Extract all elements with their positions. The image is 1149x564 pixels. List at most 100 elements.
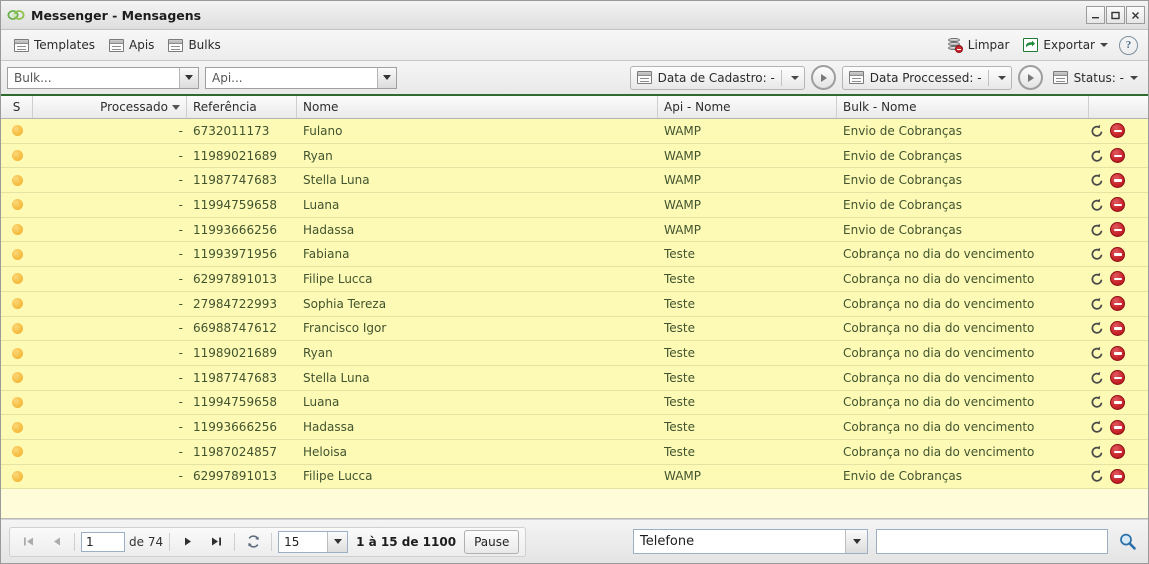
table-row[interactable]: -11994759658 Luana Teste Cobrança no dia do… <box>1 390 1148 416</box>
bulks-button[interactable]: Bulks <box>161 34 227 56</box>
table-row[interactable]: -6732011173 Fulano WAMP Envio de Cobranças <box>1 119 1148 144</box>
block-icon[interactable] <box>1110 370 1125 386</box>
data-processed-filter[interactable]: Data Proccessed: - <box>841 65 1012 90</box>
table-row[interactable]: -66988747612 Francisco Igor Teste Cobrança … <box>1 316 1148 342</box>
block-icon[interactable] <box>1110 246 1125 262</box>
row-status-cell <box>1 242 33 266</box>
block-icon[interactable] <box>1110 148 1125 164</box>
table-row[interactable]: -11987024857 Heloisa Teste Cobrança no dia … <box>1 439 1148 465</box>
data-cadastro-apply-button[interactable] <box>810 65 836 90</box>
row-processado-cell: - <box>178 444 183 459</box>
row-actions-cell <box>1089 391 1148 415</box>
database-delete-icon <box>947 37 963 53</box>
retry-icon[interactable] <box>1089 148 1104 163</box>
row-api-cell: Teste <box>664 321 696 336</box>
apis-label: Apis <box>129 38 155 52</box>
chevron-down-icon[interactable] <box>377 67 396 88</box>
column-header-api-nome[interactable]: Api - Nome <box>658 96 837 118</box>
table-row[interactable]: -62997891013 Filipe Lucca WAMP Envio de Cob… <box>1 464 1148 490</box>
column-header-referencia[interactable]: Referência <box>187 96 297 118</box>
chevron-down-icon[interactable] <box>1130 75 1138 80</box>
chevron-down-icon[interactable] <box>788 75 802 80</box>
api-filter-select[interactable]: Api... <box>205 66 397 89</box>
column-header-nome[interactable]: Nome <box>297 96 658 118</box>
page-size-select[interactable]: 15 <box>278 530 349 553</box>
status-dot-icon <box>11 199 23 211</box>
table-row[interactable]: -27984722993 Sophia Tereza Teste Cobrança n… <box>1 291 1148 317</box>
chevron-down-icon[interactable] <box>995 75 1009 80</box>
refresh-button[interactable] <box>241 530 265 554</box>
retry-icon[interactable] <box>1089 123 1104 138</box>
prev-page-button[interactable] <box>44 530 68 554</box>
row-referencia-cell: 62997891013 <box>193 271 277 286</box>
table-row[interactable]: -11994759658 Luana WAMP Envio de Cobranças <box>1 193 1148 218</box>
bulk-filter-select[interactable]: Bulk... <box>7 66 199 89</box>
block-icon[interactable] <box>1110 419 1125 435</box>
page-number-input[interactable] <box>81 531 125 552</box>
sort-descending-icon[interactable] <box>168 105 184 110</box>
last-page-button[interactable] <box>204 530 228 554</box>
table-row[interactable]: -11987747683 Stella Luna WAMP Envio de Cobr… <box>1 168 1148 194</box>
table-row[interactable]: -62997891013 Filipe Lucca Teste Cobrança no… <box>1 267 1148 292</box>
retry-icon[interactable] <box>1089 296 1104 311</box>
block-icon[interactable] <box>1110 123 1125 139</box>
chevron-down-icon[interactable] <box>845 530 867 553</box>
search-field-select[interactable]: Telefone <box>633 529 868 554</box>
retry-icon[interactable] <box>1089 370 1104 385</box>
table-row[interactable]: -11987747683 Stella Luna Teste Cobrança no … <box>1 365 1148 391</box>
status-dot-icon <box>11 372 23 384</box>
retry-icon[interactable] <box>1089 444 1104 459</box>
table-row[interactable]: -11989021689 Ryan Teste Cobrança no dia do … <box>1 341 1148 366</box>
templates-button[interactable]: Templates <box>7 34 102 56</box>
exportar-button[interactable]: Exportar <box>1016 34 1115 56</box>
block-icon[interactable] <box>1110 296 1125 312</box>
data-processed-apply-button[interactable] <box>1017 65 1043 90</box>
pagination-toolbar: de 74 15 1 à 15 de 1 <box>9 526 527 557</box>
maximize-button[interactable] <box>1106 6 1125 24</box>
block-icon[interactable] <box>1110 271 1125 287</box>
block-icon[interactable] <box>1110 197 1125 213</box>
magnifier-icon[interactable] <box>1116 531 1138 553</box>
retry-icon[interactable] <box>1089 420 1104 435</box>
retry-icon[interactable] <box>1089 346 1104 361</box>
table-row[interactable]: -11993666256 Hadassa WAMP Envio de Cobrança… <box>1 217 1148 243</box>
column-header-status[interactable]: S <box>1 96 33 118</box>
block-icon[interactable] <box>1110 222 1125 238</box>
column-header-bulk-nome[interactable]: Bulk - Nome <box>837 96 1089 118</box>
block-icon[interactable] <box>1110 444 1125 460</box>
retry-icon[interactable] <box>1089 247 1104 262</box>
block-icon[interactable] <box>1110 172 1125 188</box>
next-page-button[interactable] <box>176 530 200 554</box>
retry-icon[interactable] <box>1089 395 1104 410</box>
block-icon[interactable] <box>1110 394 1125 410</box>
retry-icon[interactable] <box>1089 271 1104 286</box>
retry-icon[interactable] <box>1089 321 1104 336</box>
close-button[interactable] <box>1126 6 1145 24</box>
help-button[interactable]: ? <box>1115 32 1142 59</box>
row-api-cell: WAMP <box>664 173 702 188</box>
apis-button[interactable]: Apis <box>102 34 161 56</box>
first-page-button[interactable] <box>16 530 40 554</box>
status-dot-icon <box>11 347 23 359</box>
row-api-cell: WAMP <box>664 222 702 237</box>
retry-icon[interactable] <box>1089 469 1104 484</box>
table-row[interactable]: -11993971956 Fabiana Teste Cobrança no dia … <box>1 242 1148 268</box>
retry-icon[interactable] <box>1089 173 1104 188</box>
block-icon[interactable] <box>1110 345 1125 361</box>
pause-button[interactable]: Pause <box>464 529 520 554</box>
chevron-down-icon[interactable] <box>327 531 348 552</box>
data-cadastro-filter[interactable]: Data de Cadastro: - <box>629 65 805 90</box>
limpar-button[interactable]: Limpar <box>940 34 1017 57</box>
retry-icon[interactable] <box>1089 222 1104 237</box>
chevron-down-icon[interactable] <box>179 67 198 88</box>
status-filter[interactable]: Status: - <box>1049 66 1142 90</box>
block-icon[interactable] <box>1110 468 1125 484</box>
window-title: Messenger - Mensagens <box>31 7 202 23</box>
retry-icon[interactable] <box>1089 197 1104 212</box>
table-row[interactable]: -11989021689 Ryan WAMP Envio de Cobranças <box>1 143 1148 169</box>
column-header-processado[interactable]: Processado <box>33 96 187 118</box>
minimize-button[interactable] <box>1086 6 1105 24</box>
block-icon[interactable] <box>1110 320 1125 336</box>
search-input[interactable] <box>876 529 1108 554</box>
table-row[interactable]: -11993666256 Hadassa Teste Cobrança no dia … <box>1 415 1148 440</box>
